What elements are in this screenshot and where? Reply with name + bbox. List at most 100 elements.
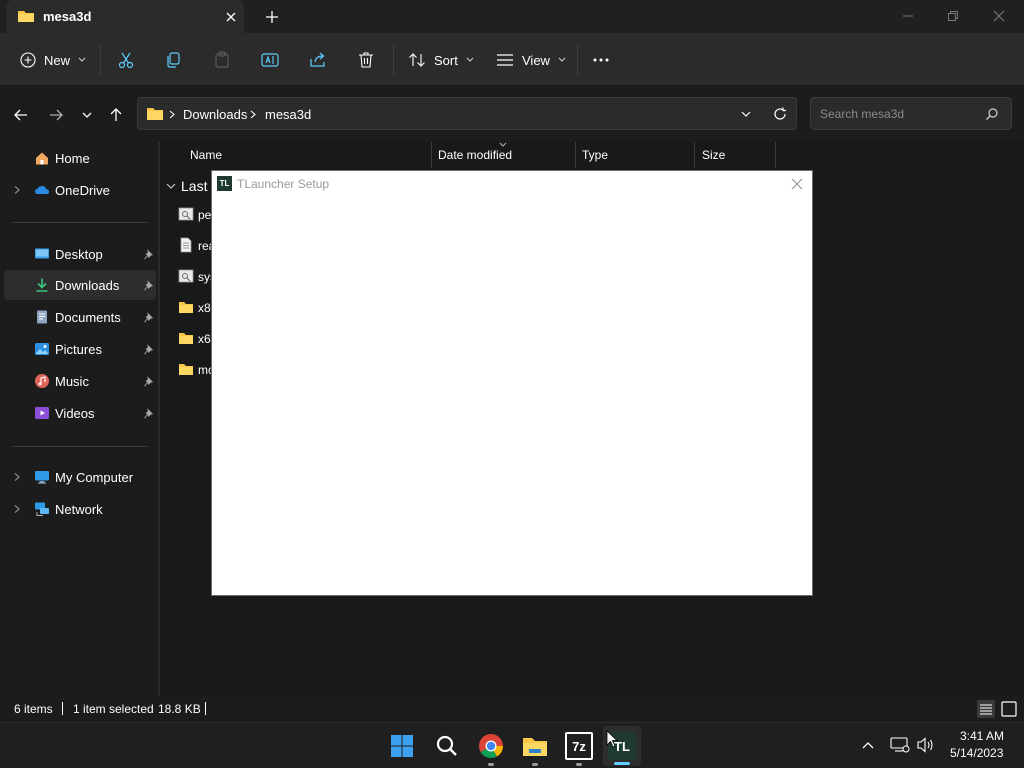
sidebar-item-downloads[interactable]: Downloads [4, 270, 156, 300]
up-arrow-icon[interactable] [106, 105, 126, 125]
sidebar-item-label: Home [55, 151, 90, 166]
pin-icon[interactable] [142, 407, 154, 419]
group-header-label: Last [181, 178, 208, 194]
plus-circle-icon [20, 52, 36, 68]
tlauncher-setup-dialog[interactable]: TL TLauncher Setup [211, 170, 813, 596]
new-tab-icon[interactable] [262, 7, 282, 27]
navigation-row: Downloads mesa3d Search mesa3d [0, 87, 1024, 142]
running-indicator [532, 763, 538, 766]
sidebar-item-pictures[interactable]: Pictures [4, 334, 156, 364]
close-window-icon[interactable] [988, 5, 1010, 27]
forward-arrow-icon[interactable] [46, 105, 66, 125]
share-icon[interactable] [308, 50, 328, 70]
pin-icon[interactable] [142, 248, 154, 260]
desktop-icon [35, 248, 49, 259]
breadcrumb-downloads[interactable]: Downloads [183, 107, 247, 122]
tiles-view-icon[interactable] [999, 699, 1019, 719]
chevron-right-icon [250, 110, 256, 119]
toolbar-divider [393, 45, 394, 75]
status-item-count: 6 items [14, 702, 53, 716]
view-button[interactable]: View [496, 48, 566, 72]
close-tab-icon[interactable] [222, 8, 240, 26]
pictures-icon [35, 343, 49, 355]
sidebar-item-documents[interactable]: Documents [4, 302, 156, 332]
start-button-icon[interactable] [388, 732, 416, 760]
sidebar-item-music[interactable]: Music [4, 366, 156, 396]
sidebar-item-onedrive[interactable]: OneDrive [4, 175, 156, 205]
restore-icon[interactable] [942, 5, 964, 27]
dialog-close-icon[interactable] [789, 176, 805, 192]
sidebar-item-home[interactable]: Home [4, 143, 156, 173]
refresh-icon[interactable] [772, 106, 788, 122]
more-options-icon[interactable] [591, 50, 611, 70]
sidebar-item-my-computer[interactable]: My Computer [4, 462, 156, 492]
pin-icon[interactable] [142, 343, 154, 355]
delete-icon[interactable] [356, 50, 376, 70]
sidebar-item-label: OneDrive [55, 183, 110, 198]
paste-icon[interactable] [212, 50, 232, 70]
folder-icon [147, 108, 163, 120]
address-history-dropdown-icon[interactable] [740, 109, 752, 119]
search-box[interactable]: Search mesa3d [810, 97, 1012, 130]
status-divider [205, 702, 206, 715]
new-button[interactable]: New [20, 48, 86, 72]
column-divider[interactable] [575, 142, 576, 168]
volume-icon[interactable] [916, 736, 936, 754]
videos-icon [35, 407, 49, 419]
network-status-icon[interactable] [890, 736, 910, 754]
status-divider [62, 702, 63, 715]
tab-mesa3d[interactable]: mesa3d [6, 0, 244, 33]
view-button-label: View [522, 52, 550, 68]
search-icon[interactable] [985, 107, 999, 121]
back-arrow-icon[interactable] [11, 105, 31, 125]
details-view-icon[interactable] [976, 699, 996, 719]
column-header-name[interactable]: Name [190, 148, 222, 162]
music-icon [35, 374, 49, 388]
cut-icon[interactable] [116, 50, 136, 70]
column-header-type[interactable]: Type [582, 148, 608, 162]
running-indicator [576, 763, 582, 766]
rename-icon[interactable] [260, 50, 280, 70]
7zip-icon[interactable]: 7z [565, 732, 593, 760]
pin-icon[interactable] [142, 279, 154, 291]
search-placeholder: Search mesa3d [820, 107, 905, 121]
column-divider[interactable] [431, 142, 432, 168]
sort-button[interactable]: Sort [408, 48, 474, 72]
sidebar-item-desktop[interactable]: Desktop [4, 239, 156, 269]
computer-icon [35, 471, 49, 484]
copy-icon[interactable] [164, 50, 184, 70]
chevron-right-icon[interactable] [12, 185, 22, 195]
chevron-right-icon[interactable] [12, 472, 22, 482]
column-divider[interactable] [694, 142, 695, 168]
recent-locations-icon[interactable] [77, 105, 97, 125]
sidebar-divider [12, 222, 148, 223]
address-bar[interactable]: Downloads mesa3d [137, 97, 797, 130]
column-divider[interactable] [775, 142, 776, 168]
taskbar: 7z TL 3:41 AM 5/14/2023 [0, 722, 1024, 768]
chevron-right-icon [169, 110, 175, 119]
settings-file-icon [178, 207, 194, 221]
clock-time[interactable]: 3:41 AM [960, 729, 1004, 743]
chevron-right-icon[interactable] [12, 504, 22, 514]
chevron-up-icon[interactable] [860, 737, 876, 753]
column-header-size[interactable]: Size [702, 148, 725, 162]
chrome-icon[interactable] [477, 732, 505, 760]
search-icon[interactable] [433, 732, 461, 760]
folder-icon [179, 333, 193, 344]
clock-date[interactable]: 5/14/2023 [950, 746, 1003, 760]
pin-icon[interactable] [142, 375, 154, 387]
minimize-icon[interactable] [897, 5, 919, 27]
dialog-title: TLauncher Setup [237, 177, 330, 191]
pin-icon[interactable] [142, 311, 154, 323]
file-explorer-icon[interactable] [521, 732, 549, 760]
chevron-down-icon [558, 57, 566, 62]
text-file-icon [180, 237, 192, 253]
folder-icon [179, 364, 193, 375]
sidebar-item-videos[interactable]: Videos [4, 398, 156, 428]
title-bar: mesa3d [0, 0, 1024, 33]
breadcrumb-mesa3d[interactable]: mesa3d [265, 107, 311, 122]
sidebar-item-network[interactable]: Network [4, 494, 156, 524]
column-header-date-modified[interactable]: Date modified [438, 148, 512, 162]
sidebar-item-label: Documents [55, 310, 121, 325]
sidebar-divider [12, 446, 148, 447]
